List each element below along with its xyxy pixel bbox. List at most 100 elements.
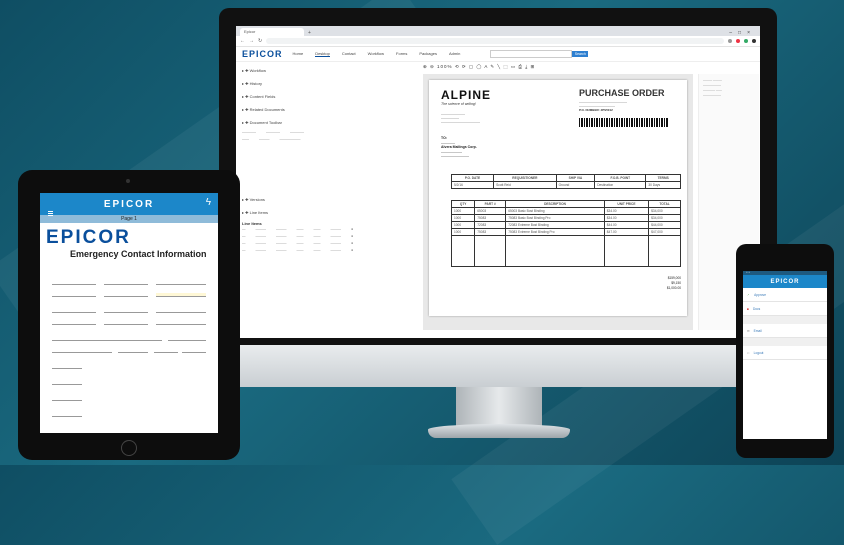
logout-icon: ⇦ xyxy=(747,350,750,355)
table-cell: 1000 xyxy=(450,207,476,215)
vendor-logo: ALPINE xyxy=(441,88,492,102)
hamburger-menu-icon[interactable] xyxy=(48,201,53,219)
form-field[interactable] xyxy=(52,381,82,385)
tree-item-line-items[interactable]: ▸ ✚ Line Items xyxy=(242,206,417,219)
extension-icon[interactable] xyxy=(736,39,740,43)
app-header: EPICOR Home Desktop Contact Workflow For… xyxy=(236,47,760,62)
menu-desktop[interactable]: Desktop xyxy=(315,51,330,57)
table-cell: 75083 Extreme Bost Binding Pro xyxy=(505,228,605,236)
lightning-icon[interactable]: ϟ xyxy=(206,197,211,208)
tree-item-versions[interactable]: ▸ ✚ Versions xyxy=(242,193,417,206)
form-field[interactable] xyxy=(156,309,206,313)
form-field[interactable] xyxy=(52,281,96,285)
form-field[interactable] xyxy=(118,349,148,353)
form-logo: EPICOR xyxy=(46,227,131,248)
to-company: Alvera Mailings Corp. xyxy=(441,145,477,149)
document-icon: ■ xyxy=(747,306,749,311)
column-header: REQUISITIONER xyxy=(493,174,557,182)
form-field[interactable] xyxy=(168,337,206,341)
to-label: TO: xyxy=(441,136,447,140)
form-field[interactable] xyxy=(52,293,96,297)
form-field[interactable] xyxy=(156,281,206,285)
form-field[interactable] xyxy=(52,309,96,313)
tree-item-document-toolbar[interactable]: ▸ ✚ Document Toolbar xyxy=(242,116,417,129)
tablet-home-button[interactable] xyxy=(121,440,137,456)
vendor-tagline: The science of writing! xyxy=(441,102,476,106)
monitor-stand-base xyxy=(428,424,570,438)
mail-icon: ✉ xyxy=(747,328,750,333)
reload-icon[interactable]: ↻ xyxy=(258,38,262,44)
tree-item-related-documents[interactable]: ▸ ✚ Related Documents xyxy=(242,103,417,116)
monitor-stand xyxy=(456,387,542,427)
forward-icon[interactable]: → xyxy=(249,38,254,44)
form-field[interactable] xyxy=(52,365,82,369)
table-cell: $47.00 xyxy=(603,228,650,236)
hamburger-menu-icon[interactable] xyxy=(748,281,752,299)
zoom-level[interactable]: 100% xyxy=(437,64,453,69)
form-field[interactable] xyxy=(52,349,112,353)
menu-workflow[interactable]: Workflow xyxy=(368,51,384,57)
menu-item-email[interactable]: ✉ Email xyxy=(743,324,827,338)
browser-tabbar: Epicor + –□× xyxy=(236,26,760,36)
form-field[interactable] xyxy=(104,293,148,297)
tablet-header: EPICOR ϟ xyxy=(40,193,218,215)
menu-forms[interactable]: Forms xyxy=(396,51,407,57)
search-button[interactable]: Search xyxy=(572,51,589,57)
form-field[interactable] xyxy=(156,321,206,325)
form-field[interactable] xyxy=(52,321,96,325)
menu-item-label: Docs xyxy=(752,306,761,311)
form-field[interactable] xyxy=(52,337,162,341)
tree-item-label: History xyxy=(249,81,263,86)
form-field[interactable] xyxy=(104,309,148,313)
table-row[interactable]: — ——— ——— —— —— ——— ● xyxy=(242,240,417,247)
extension-icon[interactable] xyxy=(728,39,732,43)
table-row[interactable]: — ——— ——— —— —— ——— ● xyxy=(242,226,417,233)
menu-item-logout[interactable]: ⇦ Logout xyxy=(743,346,827,360)
form-field[interactable] xyxy=(104,321,148,325)
tree-item-history[interactable]: ▸ ✚ History xyxy=(242,77,417,90)
new-tab-icon[interactable]: + xyxy=(308,30,311,36)
table-cell: Ground xyxy=(555,181,596,189)
main-menu: Home Desktop Contact Workflow Forms Pack… xyxy=(293,51,460,57)
tree-item-workflow[interactable]: ▸ ✚ Workflow xyxy=(242,64,417,77)
form-field[interactable] xyxy=(154,349,178,353)
browser-tab[interactable]: Epicor xyxy=(240,28,304,36)
tree-item-label: Workflow xyxy=(249,68,266,73)
table-cell: 1000 xyxy=(450,221,476,229)
search-input[interactable] xyxy=(490,50,573,58)
tree-item-content-fields[interactable]: ▸ ✚ Content Fields xyxy=(242,90,417,103)
menu-item-approve[interactable]: ▲ Approve xyxy=(743,288,827,302)
menu-packages[interactable]: Packages xyxy=(419,51,437,57)
menu-item-docs[interactable]: ■ Docs xyxy=(743,302,827,316)
form-field[interactable] xyxy=(52,413,82,417)
tree-item-label: Related Documents xyxy=(249,107,285,112)
table-cell: 72083 xyxy=(474,221,507,229)
tree-item-label: Document Toolbar xyxy=(249,120,282,125)
column-header: DESCRIPTION xyxy=(505,200,605,208)
form-field[interactable] xyxy=(104,281,148,285)
table-cell: 72083 Extreme Bost Binding xyxy=(505,221,605,229)
form-field[interactable] xyxy=(182,349,206,353)
extension-icon[interactable] xyxy=(744,39,748,43)
profile-icon[interactable] xyxy=(752,39,756,43)
window-controls[interactable]: –□× xyxy=(729,30,760,36)
po-header-table: P.O. DATE REQUISITIONER SHIP VIA F.O.B. … xyxy=(450,174,681,189)
form-field[interactable] xyxy=(52,397,82,401)
column-header: UNIT PRICE xyxy=(603,200,650,208)
form-title: Emergency Contact Information xyxy=(70,249,207,259)
menu-admin[interactable]: Admin xyxy=(449,51,460,57)
column-header: SHIP VIA xyxy=(555,174,596,182)
document-toolbar[interactable]: ⊕ ⊖ 100% ⟲ ⟳ ▢ ◯ A ✎ ╲ ⬚ ▭ ⎙ ⤓ ⊞ xyxy=(423,64,703,73)
column-header: TERMS xyxy=(645,174,681,182)
table-cell: 65003 Basic Bost Binding xyxy=(505,207,605,215)
back-icon[interactable]: ← xyxy=(240,38,245,44)
address-bar[interactable] xyxy=(266,38,724,44)
menu-contact[interactable]: Contact xyxy=(342,51,356,57)
page-indicator: Page 1 xyxy=(40,215,218,223)
table-cell: $47,000 xyxy=(648,228,681,236)
menu-home[interactable]: Home xyxy=(293,51,304,57)
form-field[interactable] xyxy=(156,293,206,297)
ship-to-block: TO: ———— Alvera Mailings Corp. —————— ———… xyxy=(441,136,477,158)
table-row[interactable]: — ——— ——— —— —— ——— ● xyxy=(242,233,417,240)
table-row[interactable]: — ——— ——— —— —— ——— ● xyxy=(242,247,417,254)
